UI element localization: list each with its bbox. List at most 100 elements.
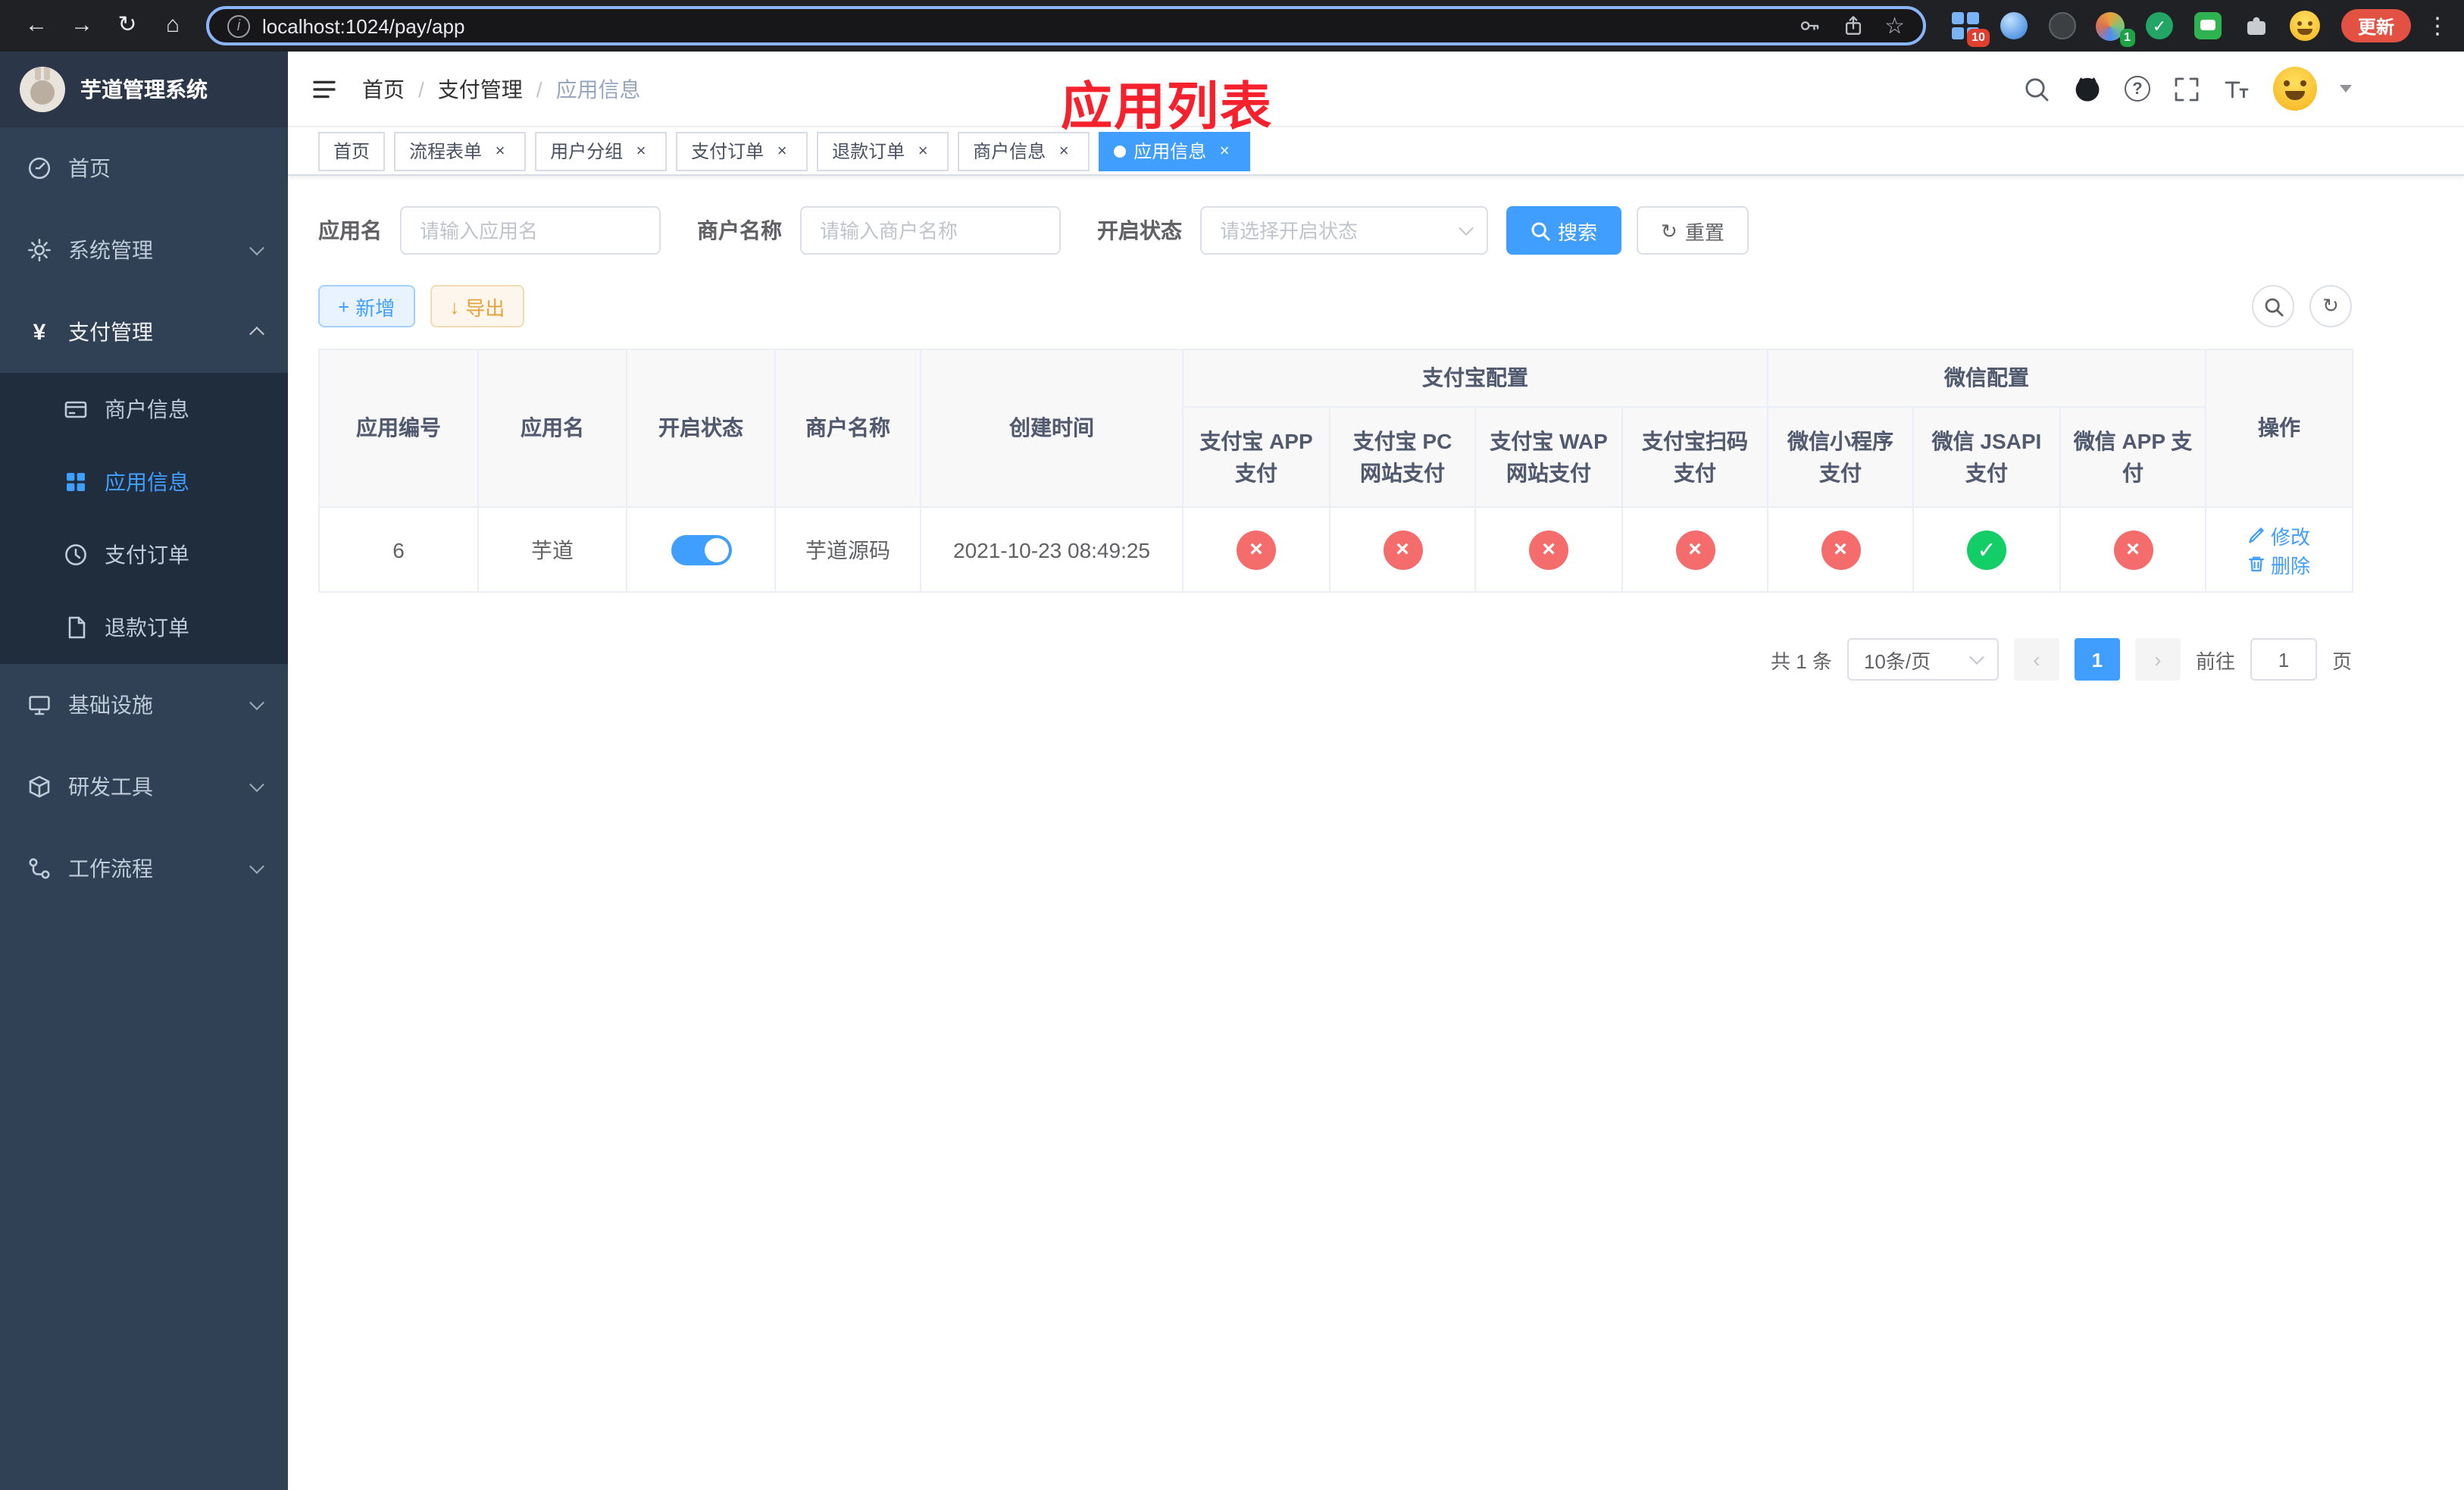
extension-icon-emoji[interactable] xyxy=(2289,11,2320,41)
font-size-icon[interactable] xyxy=(2223,75,2250,102)
bookmark-star-icon[interactable]: ☆ xyxy=(1884,14,1905,37)
tab-refund-order[interactable]: 退款订单 × xyxy=(817,131,949,171)
extensions-area: 10 1 ✓ xyxy=(1950,11,2320,47)
sidebar-item-pay[interactable]: ¥ 支付管理 xyxy=(0,291,288,373)
sidebar-item-order[interactable]: 支付订单 xyxy=(0,518,288,591)
dashboard-icon xyxy=(28,157,51,180)
merchant-name-label: 商户名称 xyxy=(697,218,782,243)
chevron-down-icon xyxy=(249,777,264,793)
extension-icon-check[interactable]: ✓ xyxy=(2144,11,2175,41)
tab-label: 应用信息 xyxy=(1134,141,1207,162)
goto-page-input[interactable] xyxy=(2250,638,2317,681)
disabled-cross-icon: × xyxy=(1821,530,1860,569)
yen-icon: ¥ xyxy=(33,319,46,345)
tab-close-icon[interactable]: × xyxy=(1053,140,1074,161)
user-avatar[interactable] xyxy=(2273,67,2317,111)
back-button[interactable]: ← xyxy=(15,6,58,45)
sidebar-item-app[interactable]: 应用信息 xyxy=(0,446,288,518)
site-info-icon[interactable]: i xyxy=(227,14,250,37)
reload-button[interactable]: ↻ xyxy=(106,6,149,45)
sidebar-item-workflow[interactable]: 工作流程 xyxy=(0,828,288,909)
tab-close-icon[interactable]: × xyxy=(630,140,652,161)
fullscreen-icon[interactable] xyxy=(2173,75,2200,102)
col-app-name: 应用名 xyxy=(477,349,627,508)
monitor-icon xyxy=(29,696,50,715)
page-unit-label: 页 xyxy=(2331,650,2352,672)
browser-menu-icon[interactable]: ⋮ xyxy=(2426,12,2449,39)
tab-process-form[interactable]: 流程表单 × xyxy=(394,131,527,171)
export-button[interactable]: ↓ 导出 xyxy=(430,285,525,327)
refresh-table-button[interactable]: ↻ xyxy=(2309,285,2352,327)
sidebar-toggle-button[interactable] xyxy=(311,75,338,102)
extension-icon-dark[interactable] xyxy=(2047,11,2078,41)
share-icon[interactable] xyxy=(1840,14,1865,38)
page-size-select[interactable]: 10条/页 xyxy=(1846,638,1999,681)
col-alipay-wap: 支付宝 WAP 网站支付 xyxy=(1474,406,1623,508)
password-key-icon[interactable] xyxy=(1796,14,1821,38)
status-select-input[interactable] xyxy=(1200,206,1488,255)
sidebar-item-system[interactable]: 系统管理 xyxy=(0,209,288,291)
plus-icon: + xyxy=(338,295,350,318)
chevron-down-icon[interactable] xyxy=(2340,85,2352,92)
add-button[interactable]: + 新增 xyxy=(318,285,415,327)
extensions-puzzle-icon[interactable] xyxy=(2241,11,2272,41)
toggle-knob xyxy=(704,537,728,562)
tab-label: 商户信息 xyxy=(973,141,1046,162)
goto-label: 前往 xyxy=(2195,650,2235,672)
delete-link[interactable]: 删除 xyxy=(2248,549,2310,578)
profile-badge: 1 xyxy=(2119,29,2135,47)
tab-label: 支付订单 xyxy=(691,141,765,162)
pay-submenu: 商户信息 应用信息 支付订单 退款订单 xyxy=(0,373,288,664)
help-icon[interactable]: ? xyxy=(2125,76,2150,102)
extension-icon-tabs[interactable]: 10 xyxy=(1950,11,1990,47)
extension-icon-droplet[interactable] xyxy=(1999,11,2029,41)
sidebar-item-home[interactable]: 首页 xyxy=(0,127,288,209)
browser-update-button[interactable]: 更新 xyxy=(2340,9,2411,42)
add-button-label: 新增 xyxy=(355,296,396,319)
tags-bar: 首页 流程表单 × 用户分组 × 支付订单 × 退款订单 × 商户信息 × 应用信息 × xyxy=(288,127,2464,176)
tab-user-group[interactable]: 用户分组 × xyxy=(535,131,668,171)
cell-wx-jsapi: ✓ xyxy=(1912,506,2061,593)
extension-icon-profile[interactable]: 1 xyxy=(2096,11,2135,47)
reset-button[interactable]: ↻ 重置 xyxy=(1637,206,1749,255)
status-toggle[interactable] xyxy=(671,534,731,565)
toggle-search-button[interactable] xyxy=(2252,285,2294,327)
tab-home[interactable]: 首页 xyxy=(318,131,386,171)
disabled-cross-icon: × xyxy=(1675,530,1715,569)
tab-close-icon[interactable]: × xyxy=(912,140,933,161)
extension-icon-chat[interactable] xyxy=(2193,11,2223,41)
next-page-button[interactable]: › xyxy=(2134,638,2181,681)
refresh-icon: ↻ xyxy=(2322,294,2339,317)
cell-alipay-qr: × xyxy=(1621,506,1768,593)
sidebar-item-devtool[interactable]: 研发工具 xyxy=(0,746,288,828)
breadcrumb-pay[interactable]: 支付管理 xyxy=(438,74,523,104)
tab-close-icon[interactable]: × xyxy=(489,140,511,161)
search-icon[interactable] xyxy=(2023,75,2050,102)
address-bar[interactable]: i localhost:1024/pay/app ☆ xyxy=(206,6,1926,45)
breadcrumb-home[interactable]: 首页 xyxy=(362,74,405,104)
sidebar-item-merchant[interactable]: 商户信息 xyxy=(0,373,288,446)
search-button[interactable]: 搜索 xyxy=(1506,206,1622,255)
tab-close-icon[interactable]: × xyxy=(771,140,793,161)
table-toolbar: + 新增 ↓ 导出 ↻ xyxy=(318,285,2352,327)
col-alipay-qr: 支付宝扫码支付 xyxy=(1621,406,1768,508)
status-select[interactable] xyxy=(1200,206,1488,255)
edit-link[interactable]: 修改 xyxy=(2248,521,2310,549)
sidebar-item-infra[interactable]: 基础设施 xyxy=(0,664,288,746)
forward-button[interactable]: → xyxy=(61,6,103,45)
pagination-total: 共 1 条 xyxy=(1771,650,1832,672)
github-icon[interactable] xyxy=(2073,74,2102,103)
breadcrumb-separator: / xyxy=(418,77,424,101)
home-button[interactable]: ⌂ xyxy=(152,6,194,45)
app-name-input[interactable] xyxy=(400,206,661,255)
sidebar-logo[interactable]: 芋道管理系统 xyxy=(0,52,288,127)
page-1-button[interactable]: 1 xyxy=(2074,638,2120,681)
tab-close-icon[interactable]: × xyxy=(1214,140,1235,161)
merchant-name-input[interactable] xyxy=(800,206,1061,255)
extension-badge: 10 xyxy=(1967,29,1990,47)
app-title: 芋道管理系统 xyxy=(80,77,208,102)
col-group-wechat: 微信配置 xyxy=(1767,349,2206,408)
tab-pay-order[interactable]: 支付订单 × xyxy=(676,131,808,171)
sidebar-item-refund[interactable]: 退款订单 xyxy=(0,591,288,664)
prev-page-button[interactable]: ‹ xyxy=(2013,638,2059,681)
